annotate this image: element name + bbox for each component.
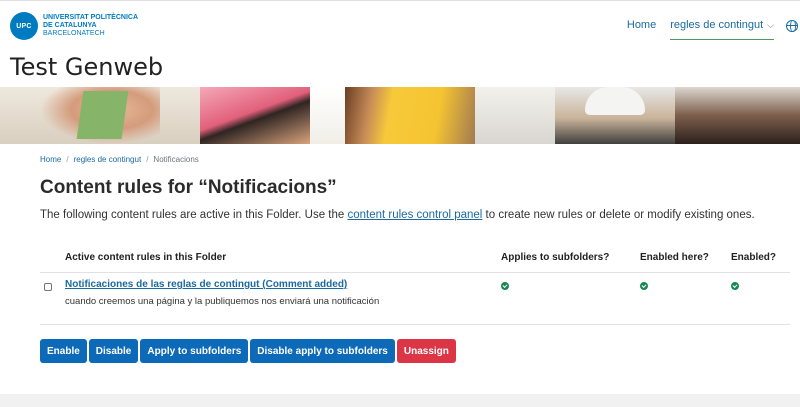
apply-subfolders-button[interactable]: Apply to subfolders	[140, 339, 249, 363]
rule-description: cuando creemos una página y la publiquem…	[65, 296, 380, 307]
row-checkbox[interactable]	[44, 283, 52, 291]
logo-line-2: DE CATALUNYA	[43, 22, 97, 29]
check-circle-icon	[501, 282, 509, 290]
enable-button[interactable]: Enable	[40, 339, 87, 363]
banner-panel-1	[0, 87, 200, 144]
check-circle-icon	[731, 282, 739, 290]
disable-apply-subfolders-button[interactable]: Disable apply to subfolders	[250, 339, 395, 363]
upc-logo-text: UNIVERSITAT POLITÈCNICA DE CATALUNYA BAR…	[43, 14, 138, 38]
logo-line-1: UNIVERSITAT POLITÈCNICA	[43, 14, 139, 21]
table-row: Notificaciones de las reglas de contingu…	[40, 273, 790, 325]
banner-panel-3	[310, 87, 350, 144]
disable-button[interactable]: Disable	[88, 339, 139, 363]
nav-regles-label: regles de contingut	[670, 19, 764, 31]
upc-logo[interactable]: UPC UNIVERSITAT POLITÈCNICA DE CATALUNYA…	[10, 12, 138, 40]
chevron-down-icon: ⌵	[767, 19, 774, 30]
nav-regles-dropdown[interactable]: regles de contingut ⌵	[670, 19, 774, 40]
banner-panel-2	[200, 87, 310, 144]
check-circle-icon	[640, 282, 648, 290]
footer-strip	[0, 394, 800, 407]
upc-logo-badge: UPC	[10, 12, 38, 40]
banner-panel-5	[475, 87, 555, 144]
header-subfolders: Applies to subfolders?	[501, 252, 610, 263]
breadcrumb: Home / regles de contingut / Notificacio…	[40, 155, 199, 164]
banner-panel-7	[675, 87, 800, 144]
header-enabled: Enabled?	[731, 252, 777, 263]
breadcrumb-home[interactable]: Home	[40, 155, 61, 164]
main-nav: Home regles de contingut ⌵	[627, 19, 800, 40]
site-title[interactable]: Test Genweb	[10, 53, 163, 81]
unassign-button[interactable]: Unassign	[396, 339, 456, 363]
globe-icon[interactable]	[786, 20, 798, 32]
top-header: UPC UNIVERSITAT POLITÈCNICA DE CATALUNYA…	[0, 0, 800, 48]
nav-home-link[interactable]: Home	[627, 19, 656, 31]
control-panel-link[interactable]: content rules control panel	[347, 209, 482, 221]
action-buttons: Enable Disable Apply to subfolders Disab…	[40, 339, 458, 363]
header-rule: Active content rules in this Folder	[65, 252, 227, 263]
table-header: Active content rules in this Folder Appl…	[40, 250, 790, 273]
header-enabled-here: Enabled here?	[640, 252, 709, 263]
banner-panel-4	[345, 87, 475, 144]
header-banner-image	[0, 87, 800, 144]
rule-title-link[interactable]: Notificaciones de las reglas de contingu…	[65, 279, 347, 290]
breadcrumb-current: Notificacions	[153, 155, 199, 164]
logo-line-3: BARCELONATECH	[43, 30, 105, 37]
banner-panel-6	[555, 87, 675, 144]
rules-table: Active content rules in this Folder Appl…	[40, 250, 790, 325]
intro-text: The following content rules are active i…	[40, 209, 755, 221]
breadcrumb-regles[interactable]: regles de contingut	[74, 155, 142, 164]
page-title: Content rules for “Notificacions”	[40, 177, 337, 198]
